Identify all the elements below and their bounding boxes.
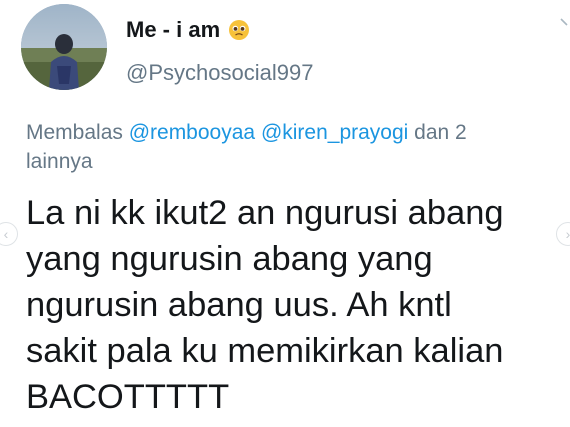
display-name-text: Me - i am — [126, 17, 221, 42]
mention-link[interactable]: @rembooyaa — [129, 121, 255, 144]
display-name[interactable]: Me - i am — [126, 17, 250, 43]
tweet-line: La ni kk ikut2 an ngurusi abang — [26, 194, 504, 232]
tweet-text: La ni kk ikut2 an ngurusi abang yang ngu… — [26, 190, 556, 420]
reply-prefix: Membalas — [26, 121, 129, 144]
tweet-card: Me - i am @Psychosocial997 Membalas @rem… — [0, 0, 570, 427]
user-handle[interactable]: @Psychosocial997 — [126, 60, 313, 86]
tweet-line: BACOTTTTT — [26, 378, 230, 416]
reply-others[interactable]: dan 2 — [408, 121, 467, 144]
pleading-face-icon — [228, 19, 250, 41]
mention-link[interactable]: @kiren_prayogi — [261, 121, 408, 144]
chevron-right-icon[interactable]: › — [556, 222, 570, 246]
tweet-line: yang ngurusin abang yang — [26, 240, 433, 278]
chevron-down-icon[interactable] — [558, 14, 570, 30]
chevron-left-icon[interactable]: ‹ — [0, 222, 18, 246]
avatar[interactable] — [21, 4, 107, 90]
tweet-line: ngurusin abang uus. Ah kntl — [26, 286, 452, 324]
reply-context: Membalas @rembooyaa @kiren_prayogi dan 2… — [26, 118, 556, 176]
reply-others-suffix[interactable]: lainnya — [26, 150, 93, 173]
tweet-line: sakit pala ku memikirkan kalian — [26, 332, 504, 370]
